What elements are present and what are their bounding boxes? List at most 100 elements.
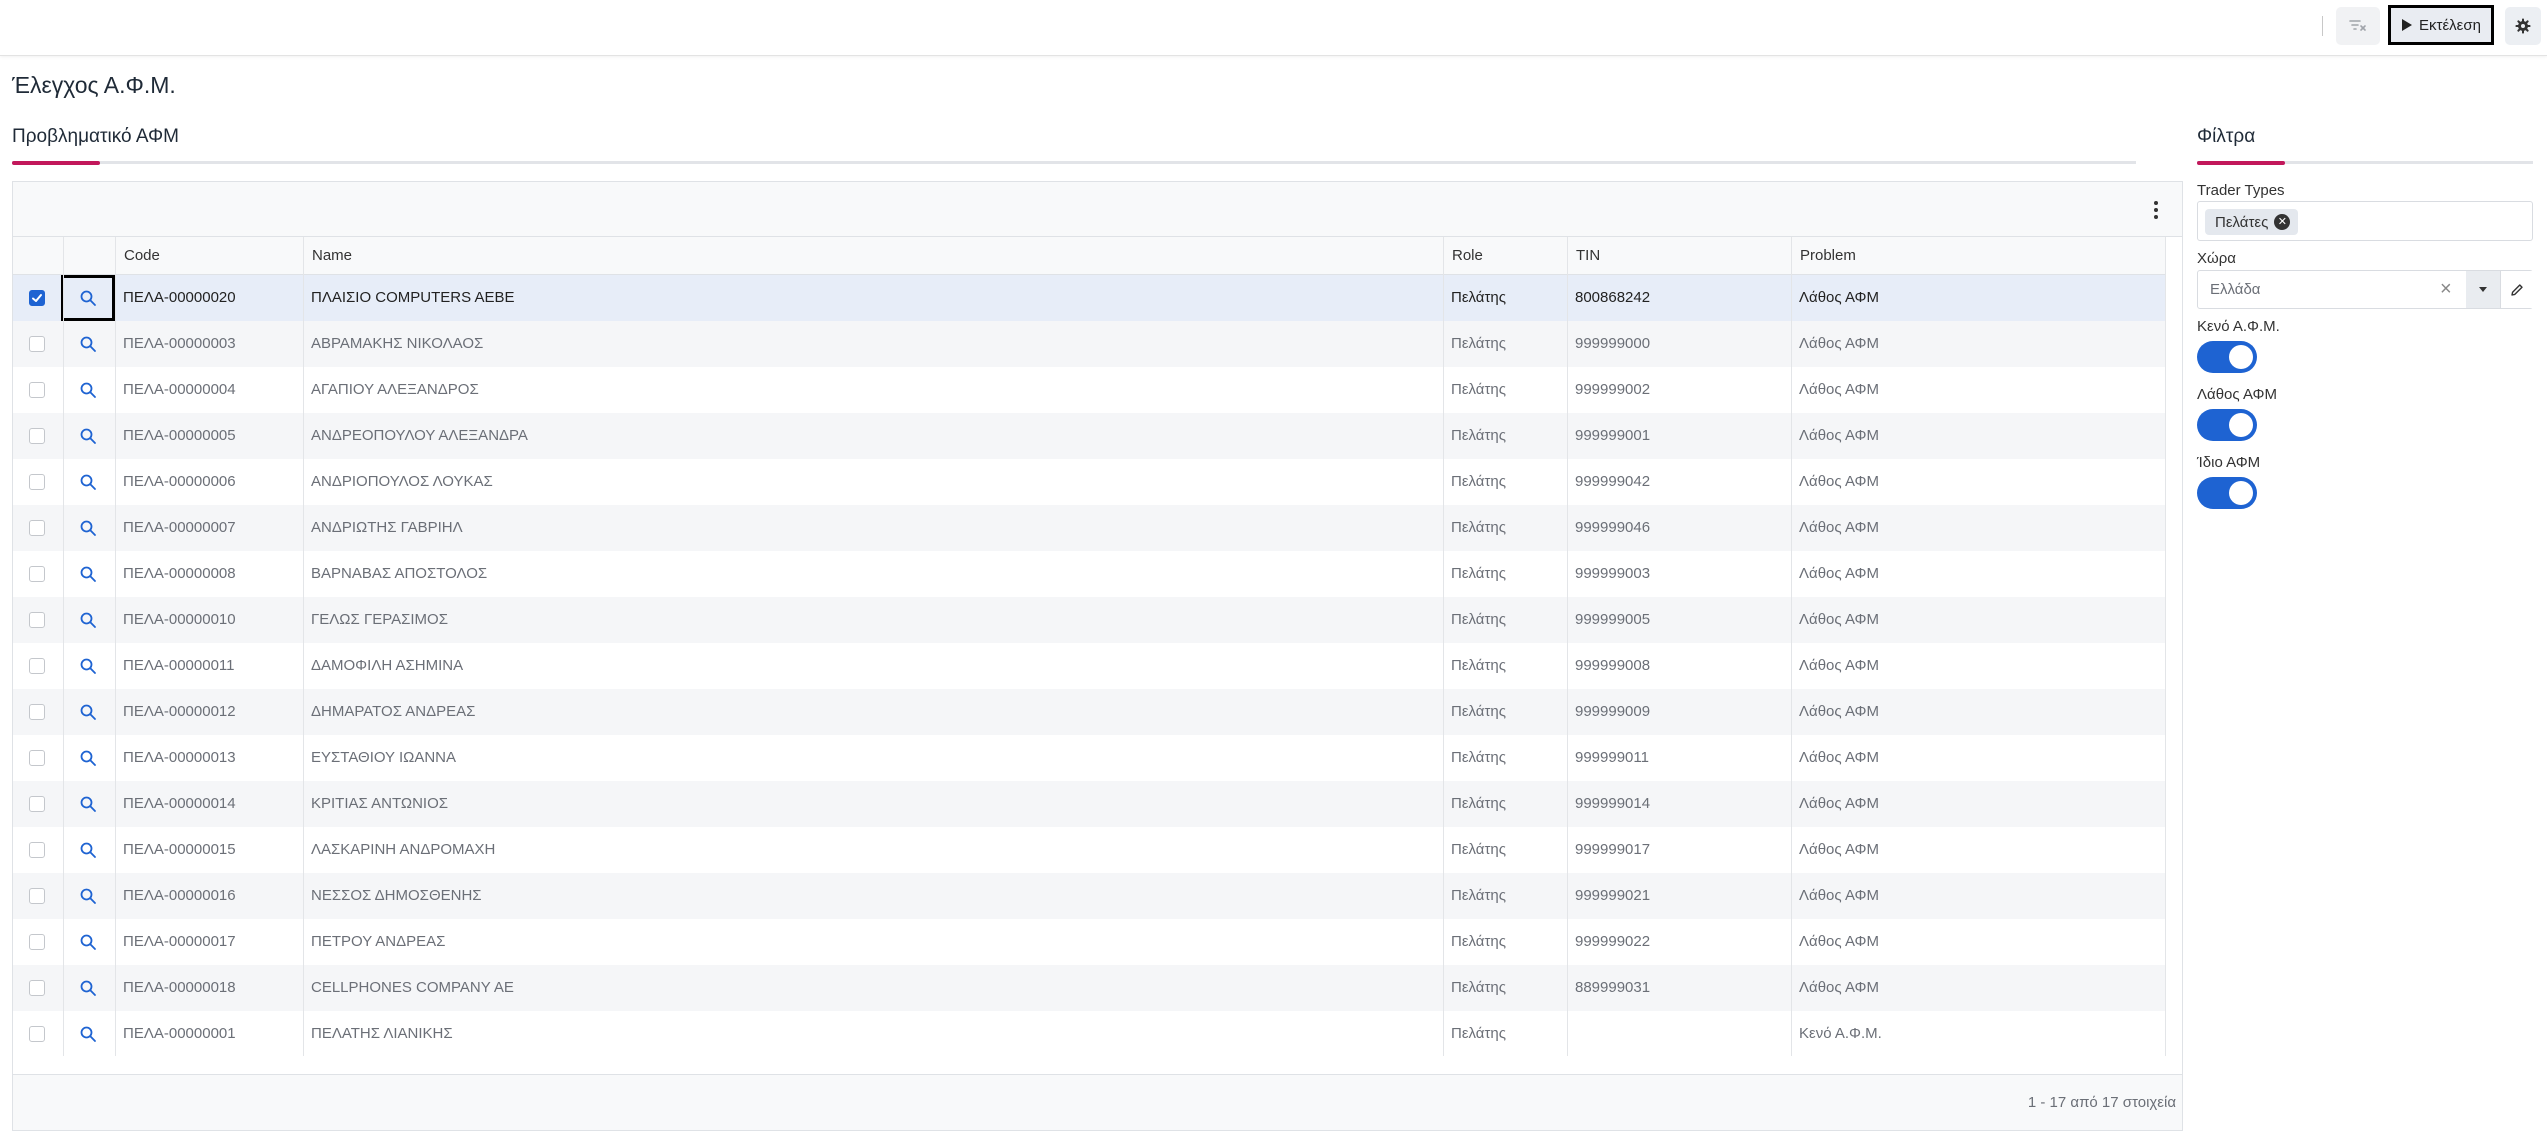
cell-problem: Λάθος ΑΦΜ <box>1799 611 1879 628</box>
row-checkbox[interactable] <box>29 704 45 720</box>
cell-problem: Λάθος ΑΦΜ <box>1799 565 1879 582</box>
cell-role: Πελάτης <box>1451 841 1506 858</box>
cell-problem: Λάθος ΑΦΜ <box>1799 427 1879 444</box>
cell-role: Πελάτης <box>1451 703 1506 720</box>
cell-problem: Λάθος ΑΦΜ <box>1799 887 1879 904</box>
view-record-icon[interactable] <box>79 519 97 537</box>
dropdown-button[interactable] <box>2466 271 2500 308</box>
row-checkbox[interactable] <box>29 428 45 444</box>
header-role[interactable]: Role <box>1443 237 1567 275</box>
row-checkbox[interactable] <box>29 382 45 398</box>
row-checkbox[interactable] <box>29 934 45 950</box>
column-divider <box>303 237 304 1056</box>
table-row[interactable]: ΠΕΛΑ-00000018 CELLPHONES COMPANY AE Πελάτη… <box>13 965 2165 1011</box>
filters-section-accent <box>2197 161 2285 165</box>
country-select[interactable]: Ελλάδα × <box>2197 270 2533 309</box>
row-checkbox[interactable] <box>29 842 45 858</box>
search-icon <box>80 658 96 674</box>
table-row[interactable]: ΠΕΛΑ-00000012 ΔΗΜΑΡΑΤΟΣ ΑΝΔΡΕΑΣ Πελάτης 999… <box>13 689 2165 735</box>
row-checkbox[interactable] <box>29 658 45 674</box>
run-button[interactable]: Εκτέλεση <box>2388 5 2494 45</box>
country-label: Χώρα <box>2197 250 2236 267</box>
cell-problem: Λάθος ΑΦΜ <box>1799 795 1879 812</box>
header-tin[interactable]: TIN <box>1567 237 1791 275</box>
trader-types-input[interactable]: Πελάτες ✕ <box>2197 201 2533 241</box>
header-code[interactable]: Code <box>115 237 303 275</box>
table-row[interactable]: ΠΕΛΑ-00000006 ΑΝΔΡΙΟΠΟΥΛΟΣ ΛΟΥΚΑΣ Πελάτης 9… <box>13 459 2165 505</box>
row-checkbox[interactable] <box>29 1026 45 1042</box>
row-checkbox[interactable] <box>29 888 45 904</box>
row-checkbox[interactable] <box>29 290 45 306</box>
view-record-icon[interactable] <box>79 381 97 399</box>
table-row[interactable]: ΠΕΛΑ-00000016 ΝΕΣΣΟΣ ΔΗΜΟΣΘΕΝΗΣ Πελάτης 999… <box>13 873 2165 919</box>
results-grid: Code Name Role TIN Problem ΠΕΛΑ-00000020… <box>12 181 2183 1131</box>
view-record-icon[interactable] <box>79 979 97 997</box>
view-record-icon[interactable] <box>79 749 97 767</box>
grid-menu-button[interactable] <box>2146 198 2166 222</box>
view-record-icon[interactable] <box>79 657 97 675</box>
table-row[interactable]: ΠΕΛΑ-00000004 ΑΓΑΠΙΟΥ ΑΛΕΞΑΝΔΡΟΣ Πελάτης 99… <box>13 367 2165 413</box>
page-title: Έλεγχος Α.Φ.Μ. <box>12 72 176 98</box>
row-checkbox[interactable] <box>29 796 45 812</box>
table-row[interactable]: ΠΕΛΑ-00000017 ΠΕΤΡΟΥ ΑΝΔΡΕΑΣ Πελάτης 999999… <box>13 919 2165 965</box>
table-row[interactable]: ΠΕΛΑ-00000015 ΛΑΣΚΑΡΙΝΗ ΑΝΔΡΟΜΑΧΗ Πελάτης 9… <box>13 827 2165 873</box>
toggle-empty-tin[interactable] <box>2197 341 2257 373</box>
toggle-same-tin[interactable] <box>2197 477 2257 509</box>
clear-filters-button[interactable] <box>2336 7 2380 45</box>
cell-name: ΚΡΙΤΙΑΣ ΑΝΤΩΝΙΟΣ <box>311 795 449 812</box>
table-row[interactable]: ΠΕΛΑ-00000001 ΠΕΛΑΤΗΣ ΛΙΑΝΙΚΗΣ Πελάτης Κενό… <box>13 1011 2165 1057</box>
view-record-icon[interactable] <box>79 795 97 813</box>
table-row[interactable]: ΠΕΛΑ-00000003 ΑΒΡΑΜΑΚΗΣ ΝΙΚΟΛΑΟΣ Πελάτης 99… <box>13 321 2165 367</box>
search-icon <box>80 842 96 858</box>
row-checkbox[interactable] <box>29 566 45 582</box>
view-record-icon[interactable] <box>79 1025 97 1043</box>
view-record-icon[interactable] <box>79 427 97 445</box>
table-row[interactable]: ΠΕΛΑ-00000005 ΑΝΔΡΕΟΠΟΥΛΟΥ ΑΛΕΞΑΝΔΡΑ Πελάτ… <box>13 413 2165 459</box>
row-checkbox[interactable] <box>29 474 45 490</box>
search-icon <box>80 474 96 490</box>
view-record-icon[interactable] <box>79 611 97 629</box>
clear-icon[interactable]: × <box>2440 271 2452 308</box>
header-name[interactable]: Name <box>303 237 1443 275</box>
search-icon <box>80 980 96 996</box>
view-record-icon[interactable] <box>79 565 97 583</box>
row-checkbox[interactable] <box>29 980 45 996</box>
remove-chip-icon[interactable]: ✕ <box>2274 214 2291 230</box>
search-icon <box>80 382 96 398</box>
toggle-label-same-tin: Ίδιο ΑΦΜ <box>2197 454 2261 471</box>
column-divider <box>1567 237 1568 1056</box>
cell-role: Πελάτης <box>1451 473 1506 490</box>
caret-down-icon <box>2479 287 2487 292</box>
view-record-icon[interactable] <box>79 473 97 491</box>
table-row[interactable]: ΠΕΛΑ-00000011 ΔΑΜΟΦΙΛΗ ΑΣΗΜΙΝΑ Πελάτης 9999… <box>13 643 2165 689</box>
table-row[interactable]: ΠΕΛΑ-00000014 ΚΡΙΤΙΑΣ ΑΝΤΩΝΙΟΣ Πελάτης 9999… <box>13 781 2165 827</box>
view-record-icon[interactable] <box>79 703 97 721</box>
view-record-icon[interactable] <box>79 933 97 951</box>
table-row[interactable]: ΠΕΛΑ-00000008 ΒΑΡΝΑΒΑΣ ΑΠΟΣΤΟΛΟΣ Πελάτης 99… <box>13 551 2165 597</box>
toggle-label-empty-tin: Κενό Α.Φ.Μ. <box>2197 318 2280 335</box>
cell-name: ΑΝΔΡΙΟΠΟΥΛΟΣ ΛΟΥΚΑΣ <box>311 473 493 490</box>
table-row[interactable]: ΠΕΛΑ-00000013 ΕΥΣΤΑΘΙΟΥ ΙΩΑΝΝΑ Πελάτης 9999… <box>13 735 2165 781</box>
cell-name: ΔΗΜΑΡΑΤΟΣ ΑΝΔΡΕΑΣ <box>311 703 476 720</box>
cell-code: ΠΕΛΑ-00000013 <box>123 749 236 766</box>
toggle-wrong-tin[interactable] <box>2197 409 2257 441</box>
pencil-icon <box>2511 283 2523 296</box>
cell-problem: Λάθος ΑΦΜ <box>1799 749 1879 766</box>
search-icon <box>80 704 96 720</box>
edit-country-button[interactable] <box>2500 271 2533 308</box>
table-row[interactable]: ΠΕΛΑ-00000010 ΓΕΛΩΣ ΓΕΡΑΣΙΜΟΣ Πελάτης 99999… <box>13 597 2165 643</box>
view-record-icon[interactable] <box>79 887 97 905</box>
table-row[interactable]: ΠΕΛΑ-00000020 ΠΛΑΙΣΙΟ COMPUTERS AEBE Πελάτ… <box>13 275 2165 321</box>
view-record-icon[interactable] <box>79 841 97 859</box>
header-problem[interactable]: Problem <box>1791 237 2165 275</box>
row-checkbox[interactable] <box>29 750 45 766</box>
row-checkbox[interactable] <box>29 520 45 536</box>
table-row[interactable]: ΠΕΛΑ-00000007 ΑΝΔΡΙΩΤΗΣ ΓΑΒΡΙΗΛ Πελάτης 999… <box>13 505 2165 551</box>
search-icon <box>80 428 96 444</box>
cell-name: ΠΕΛΑΤΗΣ ΛΙΑΝΙΚΗΣ <box>311 1025 453 1042</box>
settings-button[interactable] <box>2505 7 2541 45</box>
row-checkbox[interactable] <box>29 612 45 628</box>
view-record-icon[interactable] <box>79 335 97 353</box>
filter-clear-icon <box>2349 20 2366 31</box>
row-checkbox[interactable] <box>29 336 45 352</box>
